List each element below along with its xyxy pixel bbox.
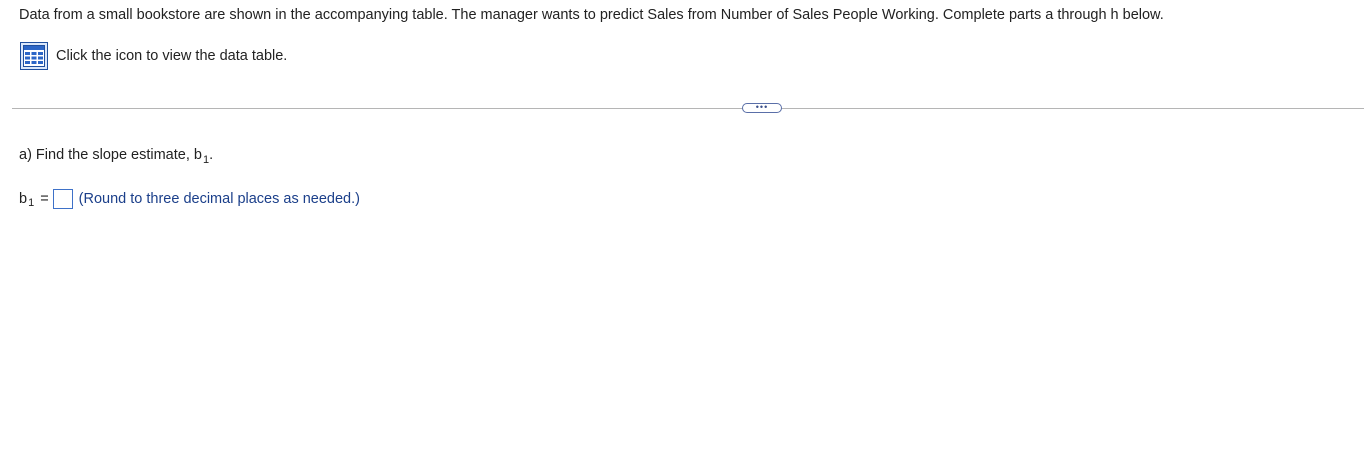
part-a-answer-row: b1 = (Round to three decimal places as n… <box>19 187 360 211</box>
part-a-question-end: . <box>209 147 214 163</box>
problem-page: Data from a small bookstore are shown in… <box>0 0 1364 466</box>
rounding-hint: (Round to three decimal places as needed… <box>78 191 360 207</box>
answer-label-subscript: 1 <box>28 197 35 209</box>
view-data-table-link[interactable]: Click the icon to view the data table. <box>20 42 287 70</box>
problem-statement: Data from a small bookstore are shown in… <box>19 7 1164 23</box>
slope-answer-input[interactable] <box>52 189 73 209</box>
expand-more-button[interactable]: ••• <box>742 101 782 113</box>
answer-equals: = <box>40 191 49 207</box>
part-a-question-subscript: 1 <box>202 154 210 166</box>
view-data-table-label[interactable]: Click the icon to view the data table. <box>56 48 287 64</box>
part-a-question-text: a) Find the slope estimate, b <box>19 147 202 163</box>
table-grid-icon[interactable] <box>20 42 48 70</box>
part-a-question: a) Find the slope estimate, b1. <box>19 146 214 166</box>
section-divider <box>12 108 1364 109</box>
answer-label: b <box>19 191 28 207</box>
ellipsis-icon: ••• <box>755 101 769 112</box>
